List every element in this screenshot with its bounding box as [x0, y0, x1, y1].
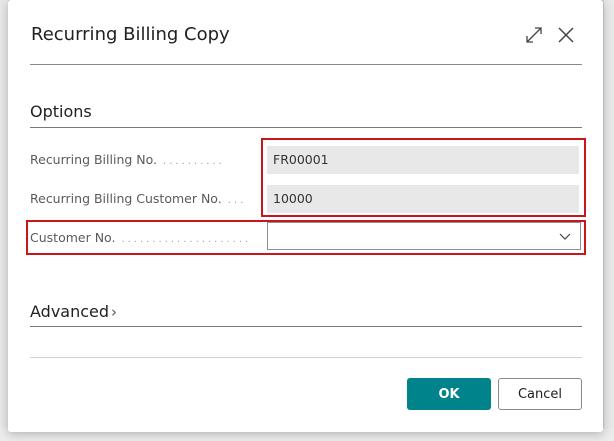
options-section-title: Options	[30, 102, 92, 121]
expand-icon	[526, 27, 542, 43]
recurring-billing-customer-no-label: Recurring Billing Customer No....	[30, 191, 247, 206]
customer-no-label: Customer No......................	[30, 230, 252, 245]
close-button[interactable]	[555, 24, 577, 46]
options-divider	[30, 127, 582, 128]
recurring-billing-copy-dialog: Recurring Billing Copy Options Recurring…	[8, 0, 603, 432]
chevron-down-icon	[559, 233, 571, 240]
cancel-button[interactable]: Cancel	[498, 378, 582, 410]
advanced-label: Advanced	[30, 302, 110, 321]
background-right-strip	[604, 0, 614, 441]
ok-button[interactable]: OK	[407, 378, 491, 410]
recurring-billing-customer-no-label-text: Recurring Billing Customer No.	[30, 191, 222, 206]
dialog-title: Recurring Billing Copy	[31, 24, 230, 45]
title-divider	[30, 64, 582, 65]
recurring-billing-no-label-text: Recurring Billing No.	[30, 152, 158, 167]
expand-button[interactable]	[523, 24, 545, 46]
advanced-divider	[30, 326, 582, 327]
recurring-billing-no-field[interactable]: FR00001	[267, 146, 579, 174]
footer-divider	[30, 357, 582, 358]
recurring-billing-no-label: Recurring Billing No...........	[30, 152, 225, 167]
background-left-strip	[0, 0, 8, 441]
recurring-billing-customer-no-field[interactable]: 10000	[267, 185, 579, 213]
advanced-section-toggle[interactable]: Advanced ›	[30, 302, 117, 321]
customer-no-label-text: Customer No.	[30, 230, 116, 245]
close-icon	[558, 27, 574, 43]
chevron-right-icon: ›	[111, 303, 118, 321]
customer-no-select[interactable]	[267, 222, 581, 250]
